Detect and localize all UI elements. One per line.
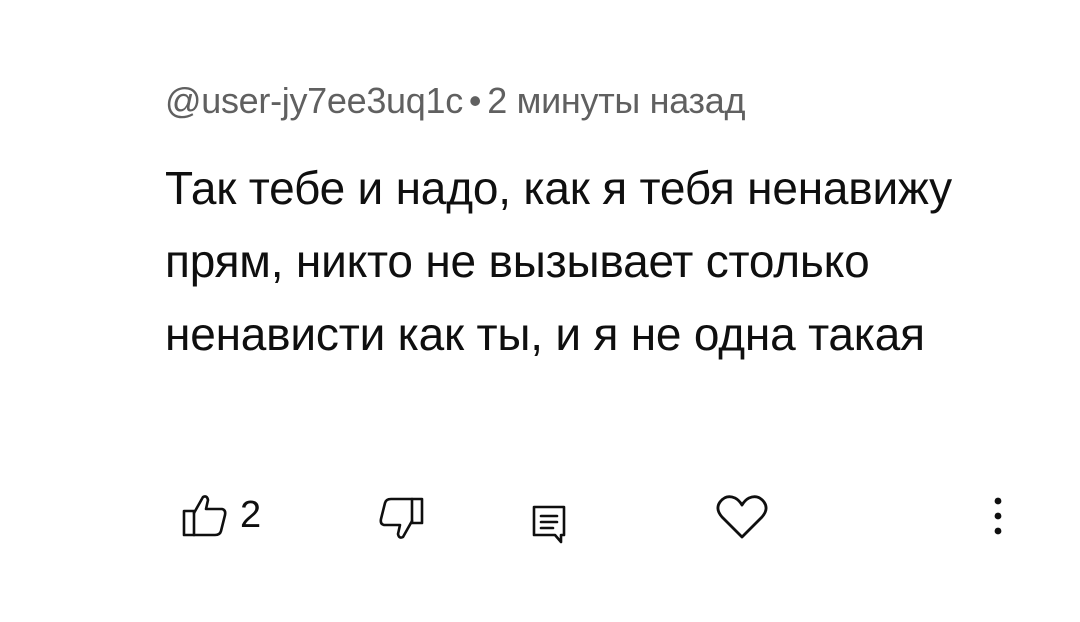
dislike-button[interactable] [378,497,424,541]
reply-button[interactable] [531,504,567,544]
heart-icon [716,494,768,540]
author-handle[interactable]: @user-jy7ee3uq1c [165,80,463,121]
like-button[interactable] [182,493,228,537]
more-options-button[interactable] [988,495,1008,539]
reply-icon [531,504,567,544]
thumbs-up-icon [182,493,228,537]
more-vert-icon [988,495,1008,539]
comment-header: @user-jy7ee3uq1c • 2 минуты назад [165,80,746,122]
comment-text: Так тебе и надо, как я тебя ненавижу пря… [165,162,952,360]
heart-button[interactable] [716,494,768,540]
comment-card: @user-jy7ee3uq1c • 2 минуты назад Так тебе… [0,0,1080,622]
thumbs-down-icon [378,497,424,541]
timestamp: 2 минуты назад [487,80,746,121]
meta-separator: • [468,80,482,121]
like-count: 2 [240,494,262,536]
